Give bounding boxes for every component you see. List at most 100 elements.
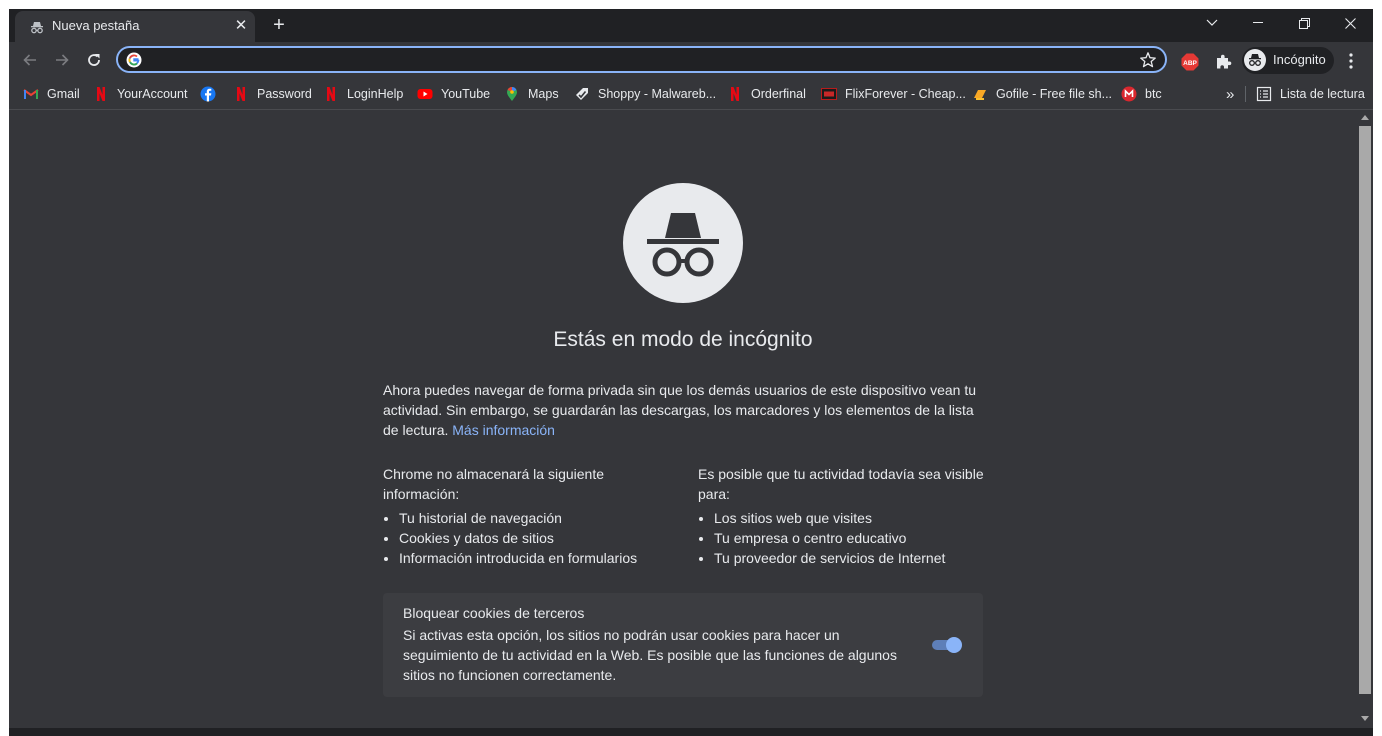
bookmark-label: Maps <box>528 87 559 101</box>
forward-button[interactable] <box>48 46 76 74</box>
cookies-description: Si activas esta opción, los sitios no po… <box>403 627 897 683</box>
omnibox-input[interactable] <box>150 49 1134 72</box>
new-tab-button[interactable]: + <box>268 14 290 36</box>
facebook-icon <box>200 86 216 102</box>
arrow-left-icon <box>23 54 36 66</box>
bookmark-label: Gmail <box>47 87 80 101</box>
bookmarks-overflow-button[interactable]: » <box>1226 84 1234 104</box>
arrow-right-icon <box>56 54 69 66</box>
minimize-icon <box>1253 22 1263 23</box>
reload-icon <box>88 54 100 66</box>
bookmark-label: LoginHelp <box>347 87 404 101</box>
not-saved-column: Chrome no almacenará la siguiente inform… <box>383 464 683 568</box>
bookmark-loginhelp[interactable]: LoginHelp <box>323 84 403 104</box>
minimize-button[interactable] <box>1235 9 1281 37</box>
browser-window: Nueva pestaña ✕ + ABP Incógnito Gmail Yo… <box>9 9 1373 736</box>
list-item: Tu empresa o centro educativo <box>714 528 998 548</box>
bookmark-label: btc <box>1145 87 1162 101</box>
tab-search-button[interactable] <box>1189 9 1235 37</box>
bookmark-facebook[interactable] <box>200 84 224 104</box>
netflix-icon <box>237 87 245 101</box>
taskbar-strip <box>9 728 1373 736</box>
shoppy-icon <box>576 88 588 100</box>
back-button[interactable] <box>16 46 44 74</box>
scrollbar[interactable] <box>1357 110 1373 728</box>
scroll-thumb[interactable] <box>1359 126 1371 694</box>
bookmark-youraccount[interactable]: YourAccount <box>93 84 187 104</box>
netflix-icon <box>731 87 739 101</box>
restore-icon <box>1298 17 1310 29</box>
restore-button[interactable] <box>1281 9 1327 37</box>
bookmark-label: YourAccount <box>117 87 188 101</box>
title-bar: Nueva pestaña ✕ + <box>9 9 1373 42</box>
reading-list-icon <box>1256 86 1272 102</box>
bookmarks-divider <box>1245 86 1246 102</box>
list-item: Información introducida en formularios <box>399 548 683 568</box>
scroll-down-arrow[interactable] <box>1361 716 1369 721</box>
bookmark-gmail[interactable]: Gmail <box>23 84 80 104</box>
address-bar[interactable] <box>116 46 1167 73</box>
more-menu-icon[interactable] <box>1341 50 1361 72</box>
youtube-icon <box>417 89 433 99</box>
bookmark-youtube[interactable]: YouTube <box>417 84 490 104</box>
bookmark-shoppy[interactable]: Shoppy - Malwareb... <box>574 84 716 104</box>
bookmark-star-icon[interactable] <box>1139 51 1157 69</box>
block-cookies-card: Bloquear cookies de terceros Si activas … <box>383 593 983 697</box>
profile-label: Incógnito <box>1273 52 1326 67</box>
bookmark-gofile[interactable]: Gofile - Free file sh... <box>972 84 1112 104</box>
reload-button[interactable] <box>80 46 108 74</box>
visible-to-list: Los sitios web que visites Tu empresa o … <box>698 508 998 568</box>
bookmark-label: Password <box>257 87 312 101</box>
bookmark-flixforever[interactable]: FlixForever - Cheap... <box>821 84 966 104</box>
reading-list-label: Lista de lectura <box>1280 87 1365 101</box>
scroll-up-arrow[interactable] <box>1361 115 1369 120</box>
bookmarks-bar: Gmail YourAccount Password LoginHelp You… <box>9 78 1373 110</box>
bookmark-orderfinal[interactable]: Orderfinal <box>727 84 806 104</box>
mega-icon <box>1121 86 1137 102</box>
gofile-icon <box>974 90 986 100</box>
toolbar: ABP Incógnito <box>9 42 1373 78</box>
netflix-icon <box>97 87 105 101</box>
bookmark-password[interactable]: Password <box>233 84 312 104</box>
not-saved-list: Tu historial de navegación Cookies y dat… <box>383 508 683 568</box>
visible-to-column: Es posible que tu actividad todavía sea … <box>698 464 998 568</box>
tab-nueva-pestana[interactable]: Nueva pestaña ✕ <box>15 11 255 42</box>
flixforever-icon <box>821 88 837 100</box>
list-item: Los sitios web que visites <box>714 508 998 528</box>
abp-label: ABP <box>1183 60 1197 67</box>
bookmark-label: Gofile - Free file sh... <box>996 87 1113 101</box>
chevron-down-icon <box>1206 19 1218 26</box>
cookies-title: Bloquear cookies de terceros <box>403 605 585 621</box>
close-icon <box>1344 17 1356 29</box>
tab-close-button[interactable]: ✕ <box>233 16 249 36</box>
incognito-logo <box>623 183 743 303</box>
google-icon <box>126 52 142 68</box>
bookmark-maps[interactable]: Maps <box>504 84 559 104</box>
reading-list-button[interactable]: Lista de lectura <box>1256 84 1365 104</box>
block-cookies-toggle[interactable] <box>932 637 964 653</box>
list-item: Tu proveedor de servicios de Internet <box>714 548 998 568</box>
close-window-button[interactable] <box>1327 9 1373 37</box>
extensions-puzzle-icon[interactable] <box>1213 52 1233 72</box>
bookmark-label: Orderfinal <box>751 87 806 101</box>
incognito-avatar <box>1244 49 1266 71</box>
visible-to-title: Es posible que tu actividad todavía sea … <box>698 466 984 502</box>
not-saved-title: Chrome no almacenará la siguiente inform… <box>383 466 605 502</box>
bookmark-btc[interactable]: btc <box>1121 84 1162 104</box>
list-item: Tu historial de navegación <box>399 508 683 528</box>
maps-icon <box>507 87 517 101</box>
gmail-icon <box>23 89 39 99</box>
page-title: Estás en modo de incógnito <box>553 328 813 351</box>
incognito-icon <box>1249 54 1261 66</box>
bookmark-label: YouTube <box>441 87 491 101</box>
incognito-icon <box>31 22 43 34</box>
list-item: Cookies y datos de sitios <box>399 528 683 548</box>
intro-text: Ahora puedes navegar de forma privada si… <box>383 380 983 440</box>
adblock-plus-icon[interactable]: ABP <box>1181 53 1199 71</box>
bookmark-label: Shoppy - Malwareb... <box>598 87 717 101</box>
incognito-icon <box>647 213 719 277</box>
bookmark-label: FlixForever - Cheap... <box>845 87 966 101</box>
incognito-profile-button[interactable]: Incógnito <box>1242 47 1334 74</box>
learn-more-link[interactable]: Más información <box>452 422 555 438</box>
tab-title: Nueva pestaña <box>52 18 140 33</box>
